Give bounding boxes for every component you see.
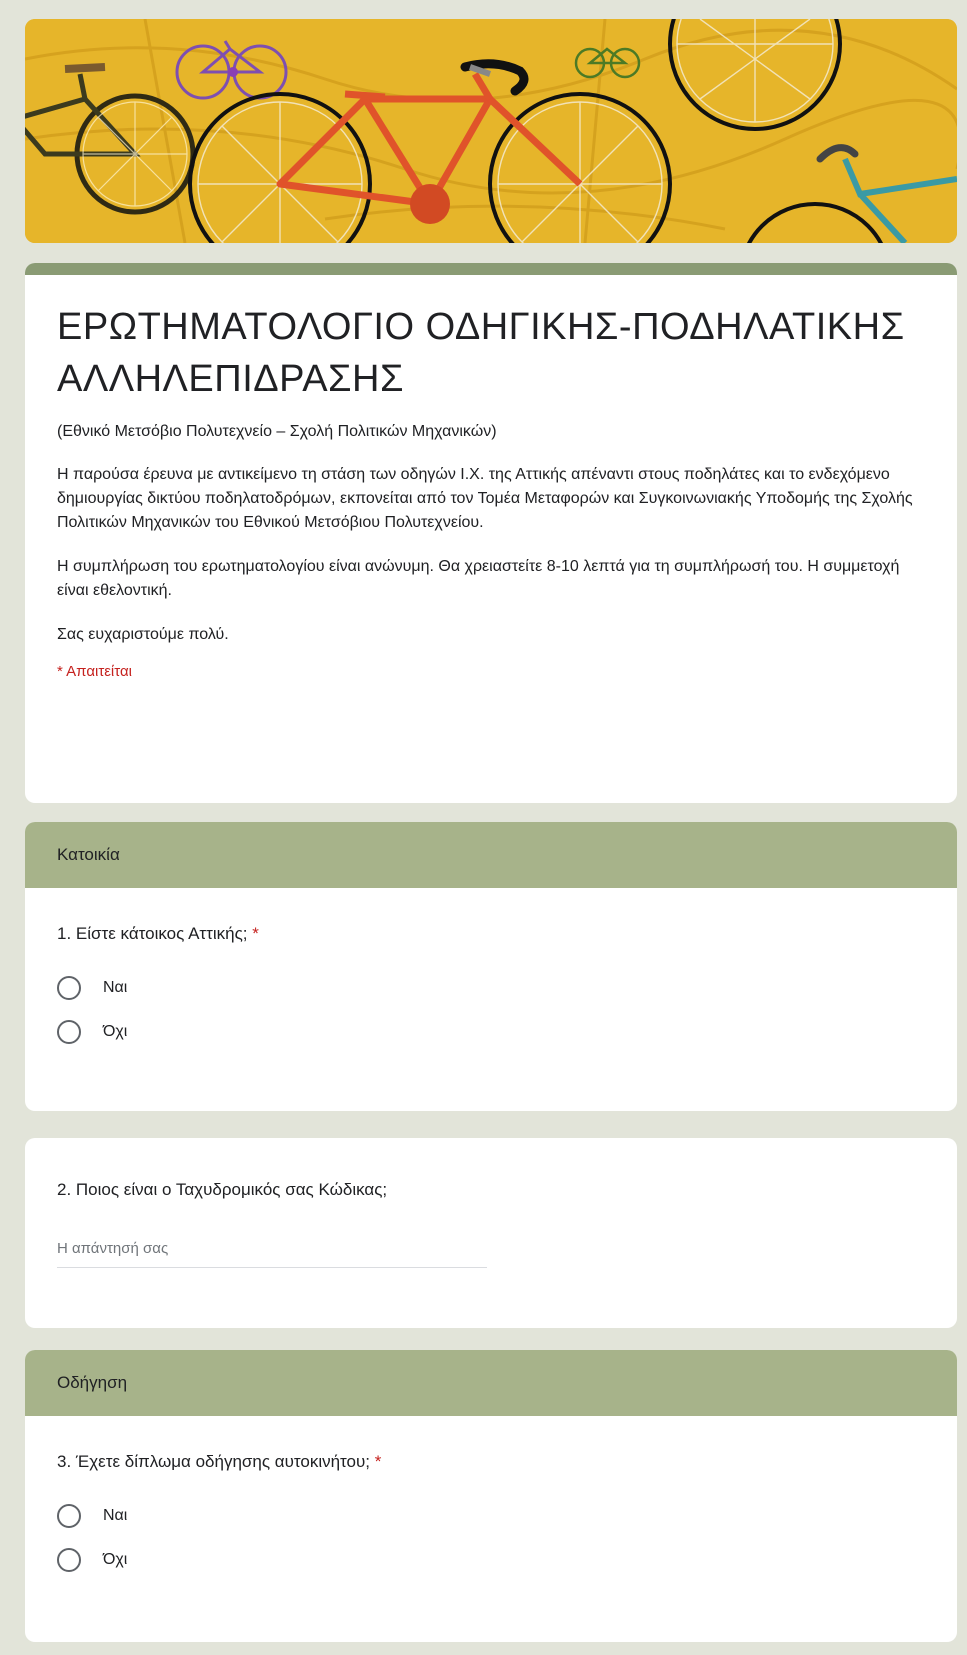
radio-option-yes[interactable]: Ναι — [57, 1494, 925, 1538]
question-text: 3. Έχετε δίπλωμα οδήγησης αυτοκινήτου; * — [57, 1452, 925, 1472]
option-label: Όχι — [103, 1551, 128, 1568]
bicycles-illustration — [25, 19, 957, 243]
option-label: Ναι — [103, 1507, 128, 1524]
radio-button[interactable] — [57, 1504, 81, 1528]
radio-button[interactable] — [57, 1548, 81, 1572]
form-description-paragraph: Σας ευχαριστούμε πολύ. — [57, 626, 229, 643]
radio-button[interactable] — [57, 976, 81, 1000]
section-card-residence: Κατοικία 1. Είστε κάτοικος Αττικής; * Να… — [25, 822, 957, 1111]
question-text: 1. Είστε κάτοικος Αττικής; * — [57, 924, 925, 944]
option-label: Ναι — [103, 979, 128, 996]
section-header: Οδήγηση — [25, 1350, 957, 1416]
postal-code-input[interactable] — [57, 1234, 487, 1268]
radio-option-no[interactable]: Όχι — [57, 1538, 925, 1582]
form-title: ΕΡΩΤΗΜΑΤΟΛΟΓΙΟ ΟΔΗΓΙΚΗΣ-ΠΟΔΗΛΑΤΙΚΗΣ ΑΛΛΗ… — [57, 306, 905, 400]
question-text: 2. Ποιος είναι ο Ταχυδρομικός σας Κώδικα… — [57, 1180, 388, 1199]
option-label: Όχι — [103, 1023, 128, 1040]
form-header-card: ΕΡΩΤΗΜΑΤΟΛΟΓΙΟ ΟΔΗΓΙΚΗΣ-ΠΟΔΗΛΑΤΙΚΗΣ ΑΛΛΗ… — [25, 263, 957, 803]
header-banner-image — [25, 19, 957, 243]
radio-option-yes[interactable]: Ναι — [57, 966, 925, 1010]
radio-option-no[interactable]: Όχι — [57, 1010, 925, 1054]
form-description-paragraph: Η παρούσα έρευνα με αντικείμενο τη στάση… — [57, 466, 913, 531]
radio-button[interactable] — [57, 1020, 81, 1044]
section-card-driving: Οδήγηση 3. Έχετε δίπλωμα οδήγησης αυτοκι… — [25, 1350, 957, 1642]
required-asterisk: * — [252, 924, 259, 943]
form-page: ΕΡΩΤΗΜΑΤΟΛΟΓΙΟ ΟΔΗΓΙΚΗΣ-ΠΟΔΗΛΑΤΙΚΗΣ ΑΛΛΗ… — [0, 0, 967, 1655]
section-header: Κατοικία — [25, 822, 957, 888]
required-asterisk: * — [374, 1452, 382, 1471]
form-description-paragraph: Η συμπλήρωση του ερωτηματολογίου είναι α… — [57, 558, 900, 599]
form-subtitle: (Εθνικό Μετσόβιο Πολυτεχνείο – Σχολή Πολ… — [57, 423, 497, 440]
header-accent-bar — [25, 263, 957, 275]
required-note: * Απαιτείται — [57, 663, 132, 680]
question-label: 1. Είστε κάτοικος Αττικής; — [57, 924, 248, 943]
question-card-postal-code: 2. Ποιος είναι ο Ταχυδρομικός σας Κώδικα… — [25, 1138, 957, 1328]
question-label: 3. Έχετε δίπλωμα οδήγησης αυτοκινήτου; — [57, 1452, 371, 1471]
